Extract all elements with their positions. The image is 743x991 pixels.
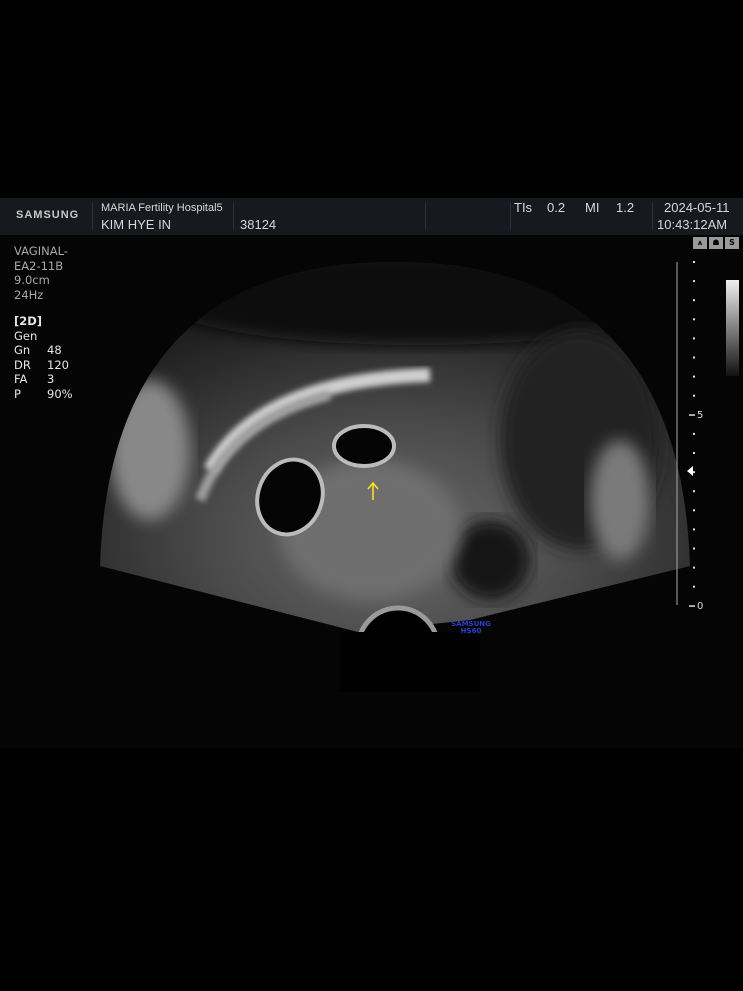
depth-minor-tick — [693, 280, 695, 283]
grayscale-bar — [726, 280, 739, 376]
depth-minor-tick — [693, 490, 695, 493]
depth-minor-tick — [693, 547, 695, 550]
gestational-sac — [332, 424, 396, 468]
watermark-line2: HS60 — [461, 627, 482, 635]
depth-minor-tick — [693, 337, 695, 340]
depth-minor-tick — [693, 585, 695, 588]
depth-minor-tick — [693, 261, 695, 263]
depth-scale-ticks — [689, 261, 695, 607]
depth-minor-tick — [693, 375, 695, 378]
depth-minor-tick — [693, 394, 695, 397]
depth-minor-tick — [693, 299, 695, 302]
depth-major-tick — [689, 605, 695, 607]
depth-major-tick — [689, 414, 695, 416]
focus-marker-icon — [687, 466, 693, 476]
depth-minor-tick — [693, 471, 695, 474]
depth-label-0: 0 — [697, 601, 703, 612]
depth-minor-tick — [693, 566, 695, 569]
depth-minor-tick — [693, 356, 695, 359]
depth-minor-tick — [693, 452, 695, 454]
depth-minor-tick — [693, 432, 695, 435]
depth-minor-tick — [693, 509, 695, 512]
depth-minor-tick — [693, 528, 695, 531]
depth-minor-tick — [693, 318, 695, 321]
ultrasound-image: SAMSUNG HS60 5 0 — [100, 261, 739, 692]
depth-label-5: 5 — [697, 410, 703, 421]
